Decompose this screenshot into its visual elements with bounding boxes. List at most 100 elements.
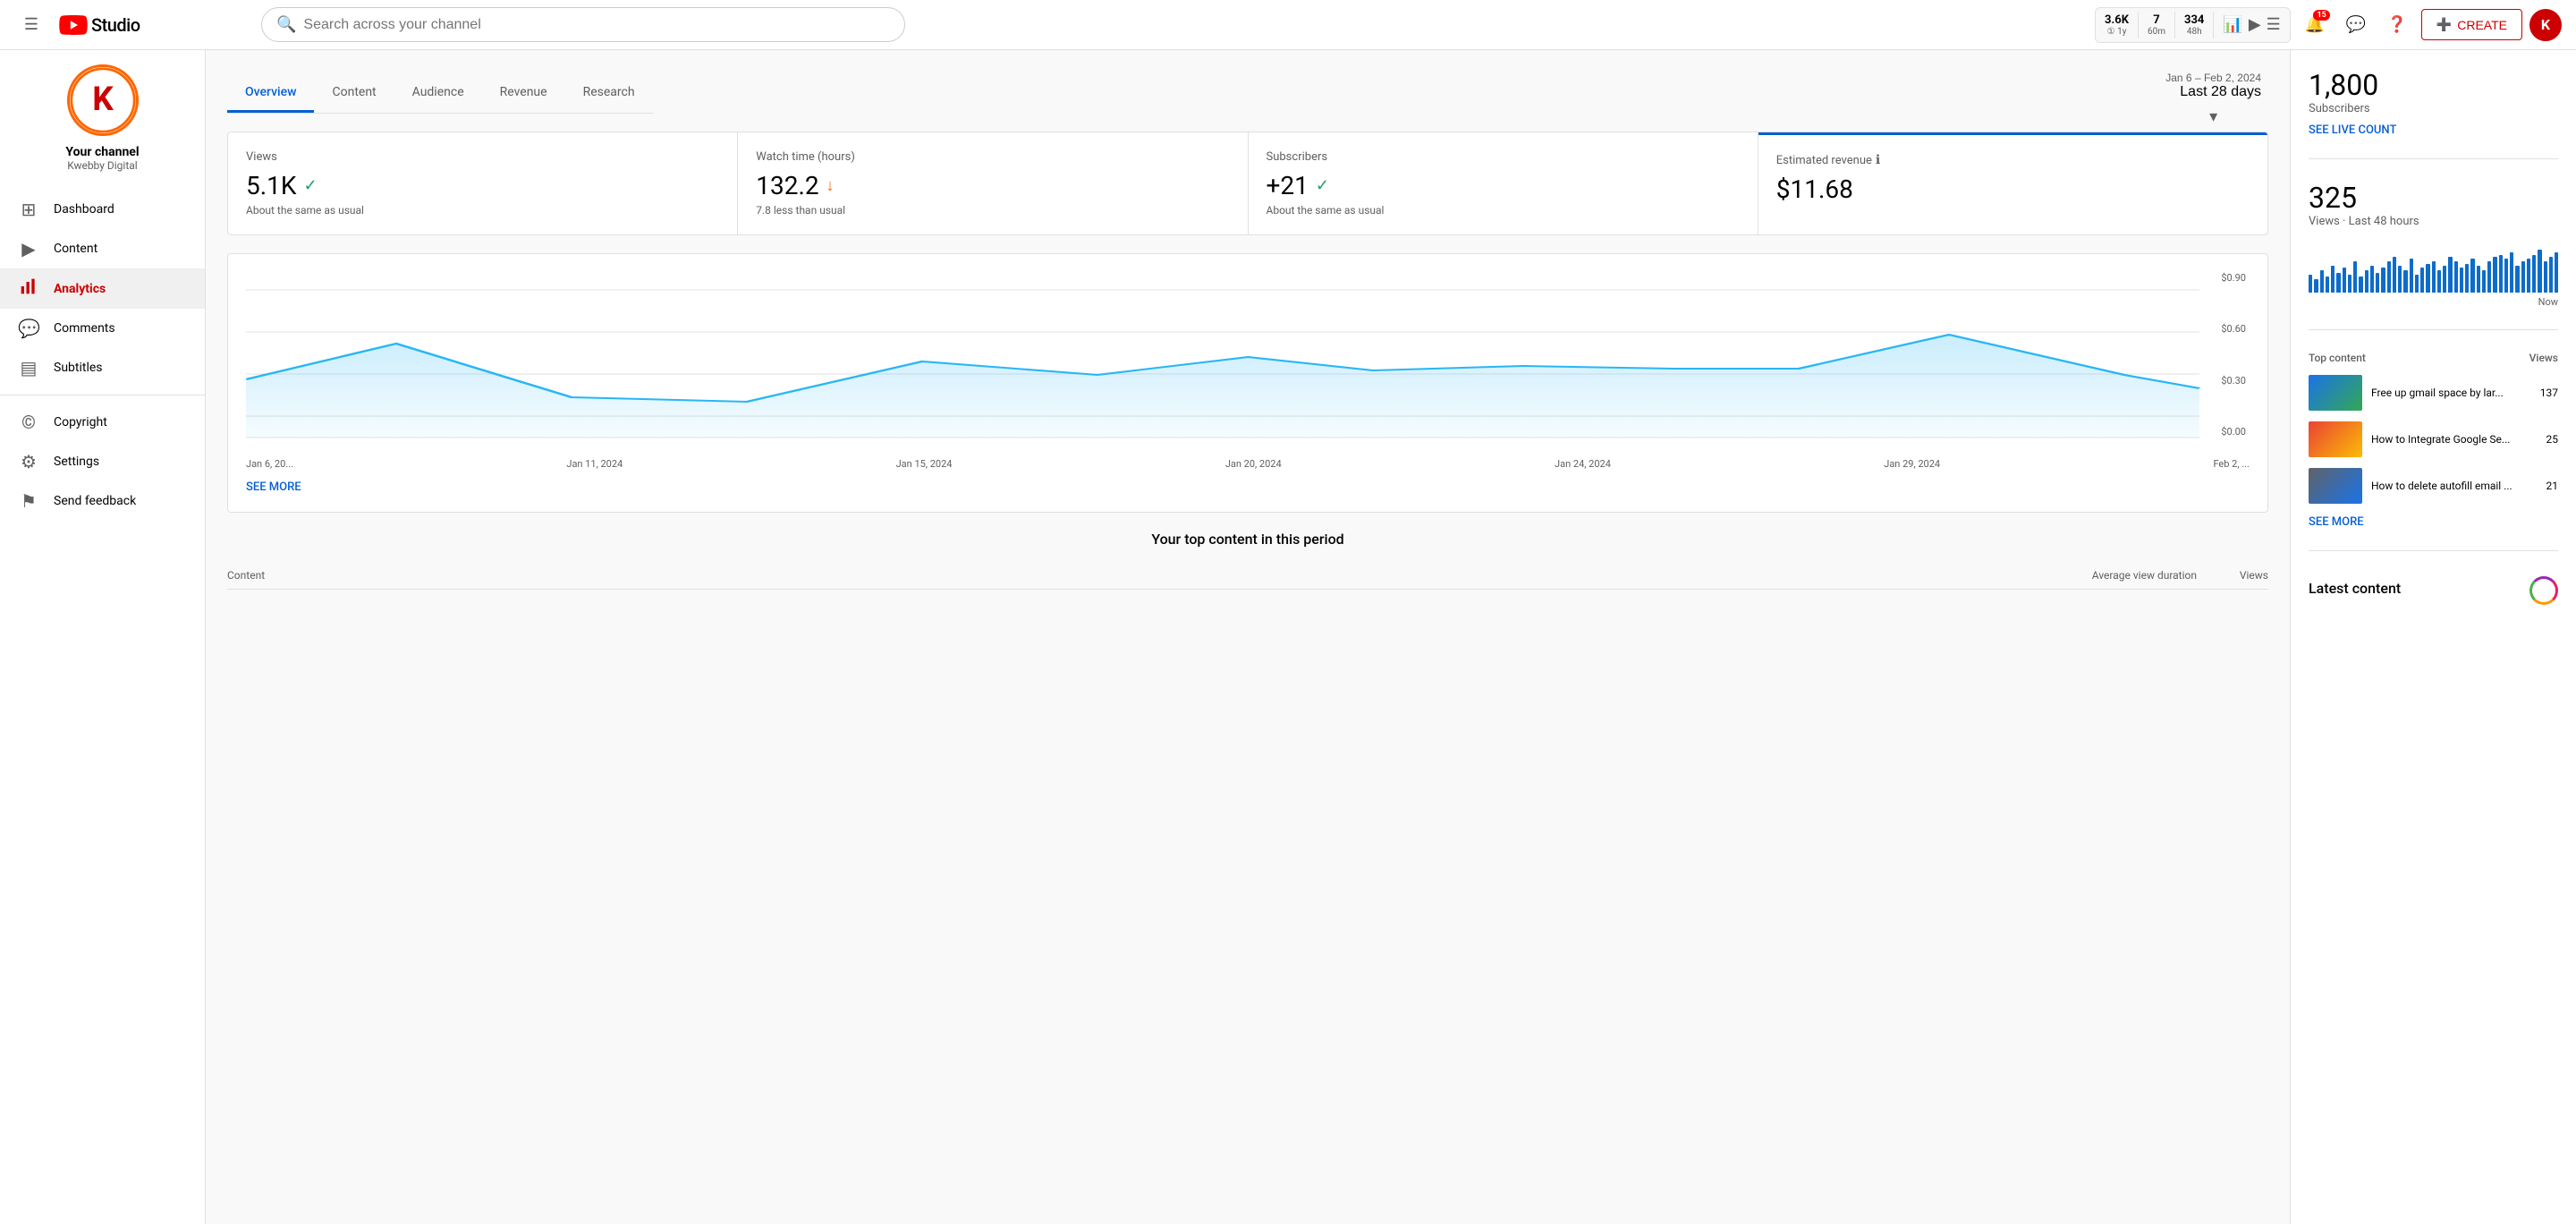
comments-icon: 💬: [18, 318, 39, 339]
message-button[interactable]: 💬: [2339, 8, 2373, 42]
col-header-content: Content: [227, 569, 1705, 582]
avatar[interactable]: K: [2529, 9, 2562, 41]
sidebar-item-content[interactable]: ▶ Content: [0, 229, 205, 268]
mini-bar-chart: [2309, 239, 2558, 293]
search-input[interactable]: [303, 17, 890, 33]
mini-bar: [2532, 255, 2536, 293]
content-views-3: 21: [2546, 480, 2559, 492]
tab-revenue[interactable]: Revenue: [482, 74, 565, 113]
create-button[interactable]: ➕ CREATE: [2421, 9, 2522, 40]
chart-container: $0.90 $0.60 $0.30 $0.00 Jan 6, 20... Jan…: [227, 253, 2268, 513]
date-range-button[interactable]: Jan 6 – Feb 2, 2024 Last 28 days ▾: [2158, 68, 2268, 130]
mini-bar: [2398, 266, 2402, 293]
mini-bar: [2387, 261, 2391, 293]
analytics-container: Overview Content Audience Revenue Resear…: [206, 50, 2576, 1224]
tab-content[interactable]: Content: [314, 74, 394, 113]
see-live-count-link[interactable]: SEE LIVE COUNT: [2309, 123, 2396, 137]
stat-divider-3: [2213, 12, 2214, 38]
mini-bar: [2448, 257, 2452, 293]
date-range-label: Jan 6 – Feb 2, 2024: [2165, 72, 2261, 84]
col-header-views: Views: [2197, 569, 2268, 582]
mini-bar: [2353, 261, 2357, 293]
chart-area: $0.90 $0.60 $0.30 $0.00: [246, 272, 2250, 451]
top-content-header: Top content Views: [2309, 352, 2558, 364]
views-48h-count: 325: [2309, 181, 2558, 215]
logo[interactable]: Studio: [59, 14, 140, 36]
mini-bar: [2521, 261, 2525, 293]
subtitles-icon: ▤: [18, 357, 39, 378]
notifications-button[interactable]: 🔔 15: [2298, 8, 2332, 42]
sidebar-item-subtitles[interactable]: ▤ Subtitles: [0, 348, 205, 387]
sidebar-item-analytics[interactable]: Analytics: [0, 268, 205, 309]
mini-bar: [2437, 270, 2441, 293]
sidebar-item-dashboard[interactable]: ⊞ Dashboard: [0, 190, 205, 229]
analytics-icon: [18, 277, 39, 300]
right-latest-content: Latest content: [2309, 573, 2558, 629]
mini-bar: [2527, 259, 2530, 293]
mini-bar: [2314, 279, 2318, 293]
watchtime-value: 132.2: [756, 171, 818, 200]
channel-name: Your channel: [65, 145, 139, 159]
create-icon: ➕: [2436, 17, 2452, 32]
content-item-2[interactable]: How to Integrate Google Se... 25: [2309, 421, 2558, 457]
content-info-2: How to Integrate Google Se...: [2371, 433, 2538, 446]
mini-bar: [2370, 266, 2374, 293]
mini-bar: [2359, 276, 2362, 293]
mini-bar: [2470, 259, 2474, 293]
right-stat-views48h: 325 Views · Last 48 hours Now: [2309, 181, 2558, 330]
svg-text:K: K: [92, 81, 114, 119]
settings-icon: ⚙: [18, 451, 39, 472]
content-thumb-1: [2309, 375, 2362, 411]
content-item-1[interactable]: Free up gmail space by lar... 137: [2309, 375, 2558, 411]
tab-overview[interactable]: Overview: [227, 74, 314, 113]
chart-y-labels: $0.90 $0.60 $0.30 $0.00: [2205, 272, 2250, 438]
sidebar-item-content-label: Content: [54, 242, 97, 256]
stat-views: 3.6K ① 1y: [2105, 13, 2129, 37]
see-more-chart-link[interactable]: SEE MORE: [246, 480, 301, 494]
tab-research[interactable]: Research: [565, 74, 653, 113]
stat-card-views: Views 5.1K ✓ About the same as usual: [228, 132, 738, 234]
mini-bar: [2381, 268, 2385, 293]
see-more-top-content-link[interactable]: SEE MORE: [2309, 515, 2364, 529]
content-icon: ▶: [18, 238, 39, 259]
ring-icon: [2529, 576, 2558, 605]
mini-bar: [2326, 276, 2329, 293]
stat-watch: 7 60m: [2148, 13, 2165, 37]
content-thumb-2: [2309, 421, 2362, 457]
mini-bar: [2549, 257, 2553, 293]
mini-bar: [2432, 261, 2436, 293]
sidebar-item-settings[interactable]: ⚙ Settings: [0, 442, 205, 481]
notification-badge: 15: [2313, 10, 2329, 21]
mini-bar: [2348, 275, 2351, 293]
content-views-1: 137: [2540, 387, 2558, 399]
subscribers-change: About the same as usual: [1267, 204, 1740, 217]
tab-audience[interactable]: Audience: [394, 74, 482, 113]
content-item-3[interactable]: How to delete autofill email ... 21: [2309, 468, 2558, 504]
sidebar-item-copyright[interactable]: © Copyright: [0, 403, 205, 442]
content-info-1: Free up gmail space by lar...: [2371, 387, 2531, 399]
now-label: Now: [2309, 296, 2558, 308]
play-icon: ▶: [2249, 15, 2261, 34]
layout: K Your channel Kwebby Digital ⊞ Dashboar…: [0, 50, 2576, 1224]
mini-bar: [2443, 266, 2446, 293]
header-left: ☰ Studio: [14, 8, 247, 42]
mini-bar: [2504, 259, 2508, 293]
revenue-chart: [246, 272, 2250, 451]
sidebar-item-comments[interactable]: 💬 Comments: [0, 309, 205, 348]
sidebar-item-feedback[interactable]: ⚑ Send feedback: [0, 481, 205, 521]
channel-info: K Your channel Kwebby Digital: [0, 64, 205, 190]
channel-avatar[interactable]: K: [67, 64, 139, 136]
right-top-content: Top content Views Free up gmail space by…: [2309, 352, 2558, 551]
hamburger-menu[interactable]: ☰: [14, 8, 48, 42]
header-stats: 3.6K ① 1y 7 60m 334 48h 📊 ▶ ☰: [2095, 7, 2291, 43]
logo-text: Studio: [91, 14, 140, 36]
mini-bar: [2415, 275, 2419, 293]
youtube-logo-icon: [59, 15, 88, 35]
search-bar[interactable]: 🔍: [261, 7, 905, 42]
revenue-value: $11.68: [1776, 174, 2250, 204]
help-button[interactable]: ❓: [2380, 8, 2414, 42]
stats-cards: Views 5.1K ✓ About the same as usual Wat…: [227, 132, 2268, 235]
mini-bar: [2393, 257, 2396, 293]
table-header: Content Average view duration Views: [227, 562, 2268, 590]
sidebar-item-subtitles-label: Subtitles: [54, 361, 103, 375]
